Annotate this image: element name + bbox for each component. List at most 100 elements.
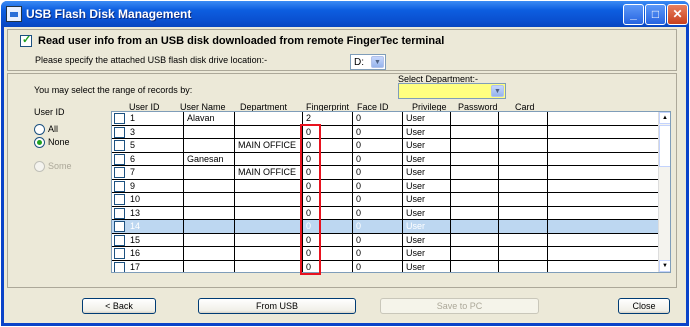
row-checkbox[interactable] bbox=[114, 167, 125, 178]
table-row[interactable]: 5 MAIN OFFICE 0 0 User bbox=[112, 139, 659, 153]
table-row[interactable]: 16 0 0 User bbox=[112, 247, 659, 261]
table-row[interactable]: 10 0 0 User bbox=[112, 193, 659, 207]
cell-userid: 14 bbox=[127, 220, 184, 234]
cell-password bbox=[451, 247, 499, 261]
drive-select[interactable]: D: ▼ bbox=[350, 54, 386, 70]
cell-username bbox=[184, 220, 235, 234]
row-checkbox[interactable] bbox=[114, 248, 125, 259]
cell-password bbox=[451, 179, 499, 193]
cell-userid: 10 bbox=[127, 193, 184, 207]
cell-card bbox=[499, 220, 548, 234]
app-icon bbox=[6, 6, 22, 22]
cell-password bbox=[451, 220, 499, 234]
read-usb-checkbox[interactable] bbox=[20, 33, 32, 47]
cell-extra bbox=[548, 260, 659, 272]
cell-faceid: 0 bbox=[353, 125, 403, 139]
cell-username bbox=[184, 247, 235, 261]
close-window-button[interactable]: ✕ bbox=[667, 4, 688, 25]
chevron-down-icon[interactable]: ▼ bbox=[371, 56, 384, 68]
department-select[interactable]: ▼ bbox=[398, 83, 506, 99]
scroll-down-icon[interactable]: ▼ bbox=[659, 260, 670, 272]
cell-userid: 15 bbox=[127, 233, 184, 247]
user-records-table[interactable]: 1 Alavan 2 0 User 3 0 0 User 5 MAIN OFFICE 0 0 User 6 G… bbox=[111, 111, 671, 273]
cell-userid: 7 bbox=[127, 166, 184, 180]
cell-password bbox=[451, 139, 499, 153]
radio-none[interactable] bbox=[34, 137, 45, 148]
cell-faceid: 0 bbox=[353, 139, 403, 153]
usb-source-panel: Read user info from an USB disk download… bbox=[7, 29, 677, 71]
cell-privilege: User bbox=[403, 166, 451, 180]
cell-userid: 16 bbox=[127, 247, 184, 261]
cell-username bbox=[184, 260, 235, 272]
row-checkbox[interactable] bbox=[114, 140, 125, 151]
cell-password bbox=[451, 260, 499, 272]
scroll-up-icon[interactable]: ▲ bbox=[659, 112, 670, 124]
cell-card bbox=[499, 179, 548, 193]
row-checkbox[interactable] bbox=[114, 126, 125, 138]
cell-card bbox=[499, 125, 548, 139]
cell-privilege: User bbox=[403, 179, 451, 193]
cell-username bbox=[184, 125, 235, 139]
cell-card bbox=[499, 139, 548, 153]
row-checkbox[interactable] bbox=[114, 207, 125, 219]
table-row[interactable]: 6 Ganesan 0 0 User bbox=[112, 152, 659, 166]
back-button[interactable]: < Back bbox=[82, 298, 156, 314]
cell-department bbox=[235, 179, 303, 193]
radio-all-label: All bbox=[48, 124, 59, 134]
cell-userid: 13 bbox=[127, 206, 184, 220]
cell-extra bbox=[548, 125, 659, 139]
fingerprint-highlight-box bbox=[300, 124, 321, 275]
table-row[interactable]: 3 0 0 User bbox=[112, 125, 659, 139]
row-checkbox[interactable] bbox=[114, 180, 125, 192]
drive-prompt: Please specify the attached USB flash di… bbox=[35, 55, 268, 65]
radio-none-label: None bbox=[48, 137, 70, 147]
radio-some[interactable] bbox=[34, 161, 45, 172]
cell-userid: 3 bbox=[127, 125, 184, 139]
cell-username bbox=[184, 166, 235, 180]
title-bar[interactable]: USB Flash Disk Management _ □ ✕ bbox=[1, 1, 689, 27]
cell-card bbox=[499, 233, 548, 247]
cell-extra bbox=[548, 206, 659, 220]
drive-value: D: bbox=[354, 57, 364, 68]
table-row[interactable]: 14 0 0 User bbox=[112, 220, 659, 234]
save-to-pc-button[interactable]: Save to PC bbox=[380, 298, 539, 314]
cell-userid: 9 bbox=[127, 179, 184, 193]
close-button[interactable]: Close bbox=[618, 298, 670, 314]
table-row[interactable]: 7 MAIN OFFICE 0 0 User bbox=[112, 166, 659, 180]
cell-password bbox=[451, 125, 499, 139]
cell-privilege: User bbox=[403, 152, 451, 166]
minimize-button[interactable]: _ bbox=[623, 4, 644, 25]
cell-department bbox=[235, 125, 303, 139]
row-checkbox[interactable] bbox=[114, 113, 125, 124]
cell-faceid: 0 bbox=[353, 220, 403, 234]
table-row[interactable]: 1 Alavan 2 0 User bbox=[112, 112, 659, 126]
scroll-thumb[interactable] bbox=[659, 125, 670, 167]
table-row[interactable]: 9 0 0 User bbox=[112, 179, 659, 193]
radio-all[interactable] bbox=[34, 124, 45, 135]
row-checkbox[interactable] bbox=[114, 234, 125, 246]
table-row[interactable]: 15 0 0 User bbox=[112, 233, 659, 247]
maximize-button[interactable]: □ bbox=[645, 4, 666, 25]
cell-username bbox=[184, 233, 235, 247]
cell-userid: 5 bbox=[127, 139, 184, 153]
vertical-scrollbar[interactable]: ▲ ▼ bbox=[658, 112, 670, 272]
from-usb-button[interactable]: From USB bbox=[198, 298, 356, 314]
table-row[interactable]: 17 0 0 User bbox=[112, 260, 659, 272]
row-checkbox[interactable] bbox=[114, 153, 125, 165]
cell-userid: 17 bbox=[127, 260, 184, 272]
cell-privilege: User bbox=[403, 193, 451, 207]
cell-extra bbox=[548, 233, 659, 247]
cell-privilege: User bbox=[403, 260, 451, 272]
row-checkbox[interactable] bbox=[114, 221, 125, 232]
table-row[interactable]: 13 0 0 User bbox=[112, 206, 659, 220]
userid-group-label: User ID bbox=[34, 107, 65, 117]
cell-card bbox=[499, 152, 548, 166]
cell-department bbox=[235, 152, 303, 166]
chevron-down-icon[interactable]: ▼ bbox=[491, 85, 504, 97]
row-checkbox[interactable] bbox=[114, 261, 125, 272]
row-checkbox[interactable] bbox=[114, 194, 125, 205]
read-usb-label: Read user info from an USB disk download… bbox=[38, 35, 445, 47]
cell-extra bbox=[548, 112, 659, 126]
cell-username bbox=[184, 206, 235, 220]
cell-department: MAIN OFFICE bbox=[235, 166, 303, 180]
